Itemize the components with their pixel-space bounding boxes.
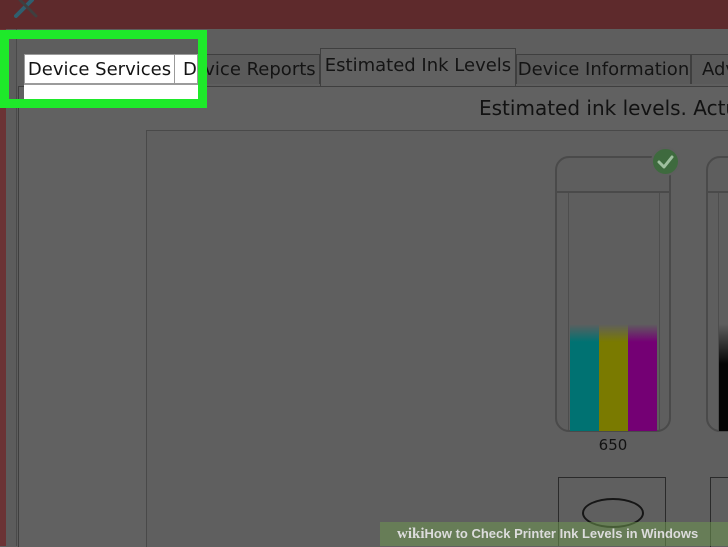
watermark-brand: wiki (397, 526, 425, 542)
watermark: wikiHow to Check Printer Ink Levels in W… (397, 526, 698, 543)
checkmark-icon (651, 147, 680, 176)
watermark-text: How to Check Printer Ink Levels in Windo… (424, 526, 699, 541)
window-titlebar (0, 0, 728, 29)
tab-advanced[interactable]: Adv (691, 54, 728, 84)
magenta-ink-bar (628, 324, 657, 431)
ink-levels-description: Estimated ink levels. Actu (479, 96, 728, 120)
tab-device-information[interactable]: Device Information (516, 54, 691, 84)
tab-estimated-ink-levels[interactable]: Estimated Ink Levels (320, 48, 516, 86)
cartridge-label: 650 (598, 436, 628, 454)
yellow-ink-bar (599, 324, 628, 431)
highlight-box (0, 30, 207, 108)
tools-icon (14, 0, 38, 18)
black-ink-bar (719, 324, 728, 431)
cyan-ink-bar (570, 324, 599, 431)
